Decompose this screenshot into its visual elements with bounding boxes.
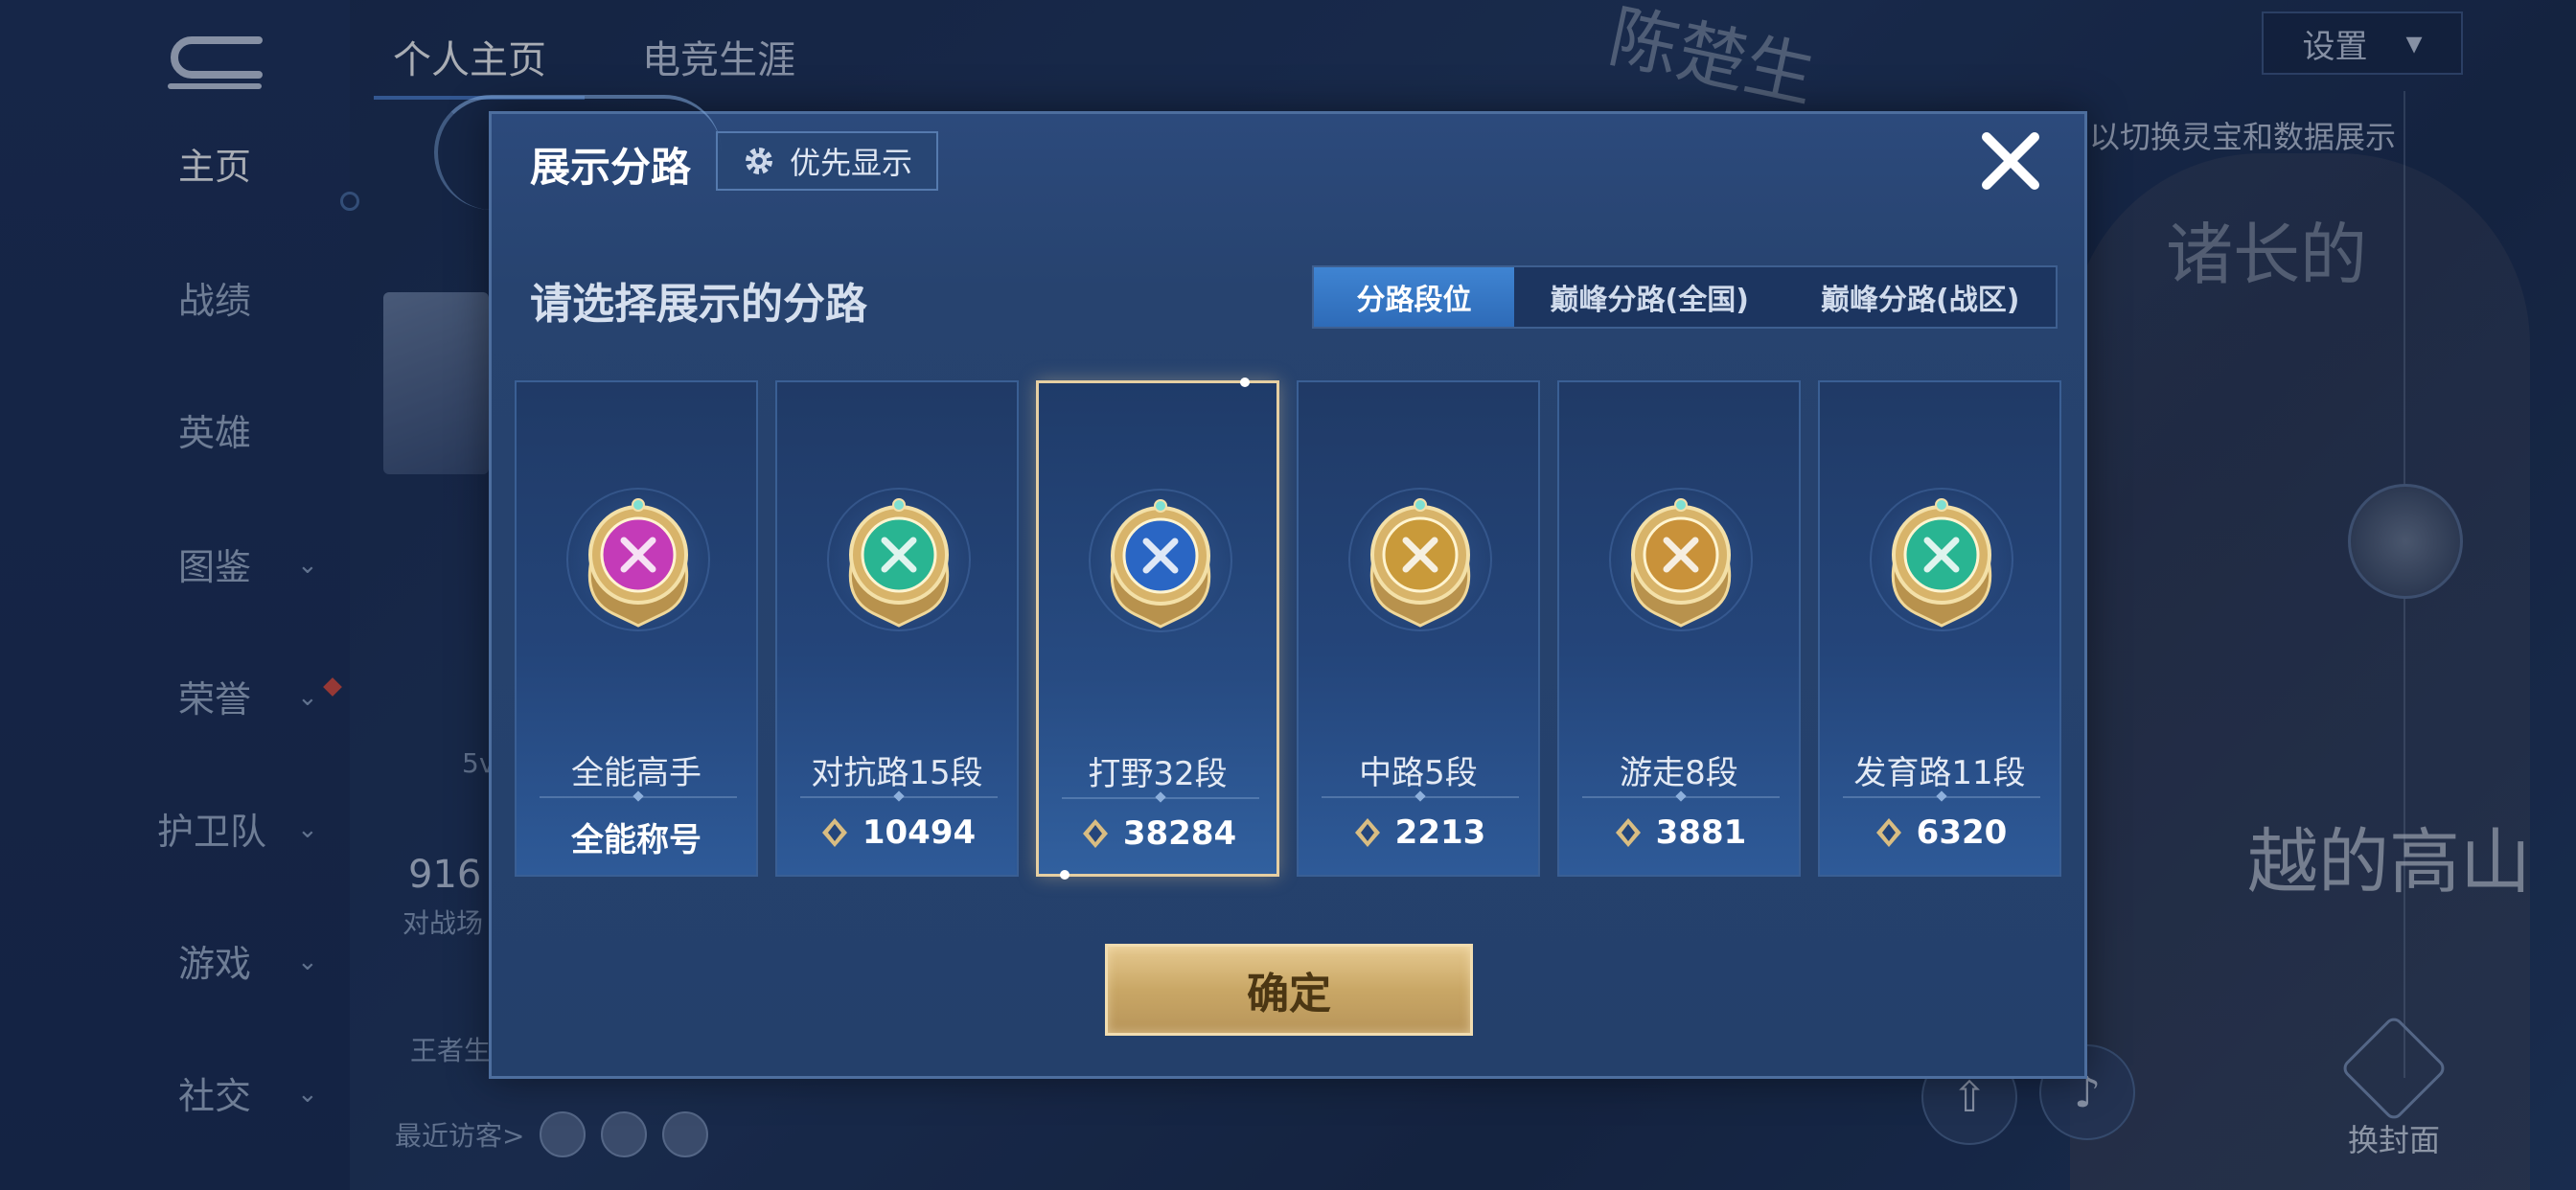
priority-display-label: 优先显示 [789,145,912,181]
dialog-title: 展示分路 [530,144,692,191]
blue-dragon-badge-icon [1110,499,1211,629]
card-divider [1062,797,1259,799]
lane-value-text: 38284 [1122,814,1237,853]
lane-name: 中路5段 [1359,754,1478,792]
card-divider [1582,796,1780,798]
peak-score-icon [1082,819,1108,848]
gear-icon [745,148,772,174]
teal-badge-icon [848,498,950,628]
tab-peak-lane-national[interactable]: 巅峰分路(全国) [1514,267,1785,327]
card-divider [1322,796,1519,798]
lane-card[interactable]: 中路5段 2213 [1297,380,1540,877]
lane-value: 2213 [1299,813,1538,852]
lane-card[interactable]: 全能高手 全能称号 [515,380,758,877]
close-icon[interactable] [1977,127,2044,195]
priority-display-button[interactable]: 优先显示 [716,131,938,191]
lane-value-text: 10494 [862,813,977,852]
lane-name: 对抗路15段 [811,754,983,792]
teal-badge-icon [1891,498,1992,628]
lane-name: 打野32段 [1088,755,1228,793]
card-divider [1843,796,2040,798]
selected-corner-dot [1060,870,1070,880]
tab-peak-lane-region[interactable]: 巅峰分路(战区) [1784,267,2056,327]
lane-value: 38284 [1039,814,1276,853]
lane-value-text: 3881 [1655,813,1747,852]
confirm-button[interactable]: 确定 [1105,944,1473,1036]
dialog-subtitle: 请选择展示的分路 [530,280,867,329]
lane-value: 3881 [1559,813,1799,852]
lane-card[interactable]: 打野32段 38284 [1036,378,1279,880]
purple-badge-icon [587,498,689,628]
peak-score-icon [1875,818,1901,847]
lane-display-dialog: 展示分路 优先显示 请选择展示的分路 分路段位 巅峰分路(全国) 巅峰分路(战区… [434,95,2087,1079]
lane-value: 6320 [1820,813,2059,852]
lane-type-segmented-control: 分路段位 巅峰分路(全国) 巅峰分路(战区) [1312,265,2058,329]
lane-name: 游走8段 [1620,754,1738,792]
peak-score-icon [1354,818,1380,847]
lane-value-text: 2213 [1394,813,1486,852]
card-divider [540,796,737,798]
lane-card[interactable]: 发育路11段 6320 [1818,380,2061,877]
card-divider [800,796,998,798]
gold-wings-badge-icon [1630,498,1732,628]
tab-lane-rank[interactable]: 分路段位 [1314,267,1514,327]
lane-value: 全能称号 [517,813,756,860]
peak-score-icon [821,818,847,847]
lane-value-text: 6320 [1916,813,2008,852]
lane-name: 发育路11段 [1853,754,2026,792]
lane-value: 10494 [777,813,1017,852]
lane-value-text: 全能称号 [571,821,702,859]
lane-name: 全能高手 [571,754,702,792]
gold-badge-icon [1369,498,1471,628]
selected-corner-dot [1240,378,1250,387]
lane-card[interactable]: 游走8段 3881 [1557,380,1801,877]
lane-card[interactable]: 对抗路15段 10494 [775,380,1019,877]
peak-score-icon [1615,818,1641,847]
